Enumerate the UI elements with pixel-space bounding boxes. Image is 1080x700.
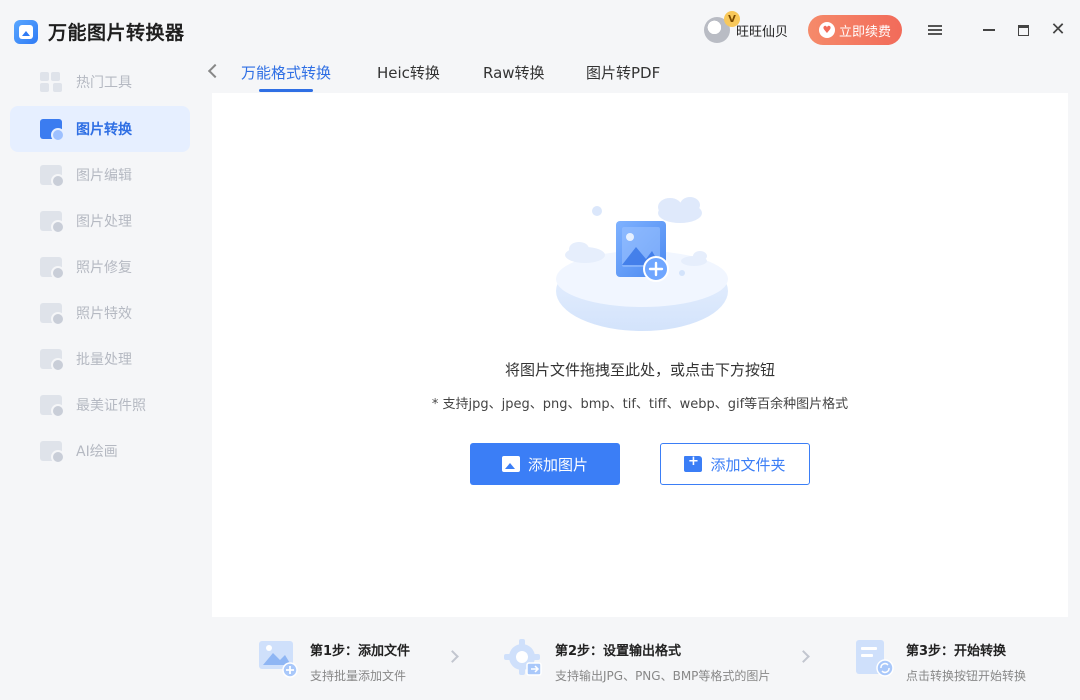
maximize-button[interactable]	[1011, 18, 1035, 42]
back-arrow-icon[interactable]	[207, 63, 223, 79]
photo-effects-icon	[40, 303, 65, 326]
image-convert-icon	[40, 119, 65, 142]
grid-icon	[40, 72, 62, 92]
minimize-button[interactable]	[977, 18, 1001, 42]
app-logo-icon	[14, 19, 38, 44]
sidebar-item-label: AI绘画	[76, 444, 118, 460]
step-title: 第3步：开始转换	[906, 644, 1007, 659]
add-image-label: 添加图片	[527, 455, 588, 474]
sidebar-item-label: 最美证件照	[76, 398, 146, 414]
image-process-icon	[40, 211, 65, 234]
sidebar-item-label: 热门工具	[76, 75, 132, 91]
renew-label: 立即续费	[838, 24, 891, 40]
sidebar-item-image-edit[interactable]: 图片编辑	[10, 152, 190, 198]
step-2: 第2步：设置输出格式 支持输出JPG、PNG、BMP等格式的图片	[503, 638, 770, 684]
sidebar-item-label: 图片编辑	[76, 168, 132, 184]
tab-universal-format[interactable]: 万能格式转换	[241, 62, 331, 94]
id-photo-icon	[40, 395, 65, 418]
add-folder-button[interactable]: 添加文件夹	[660, 443, 810, 485]
vip-badge: V	[724, 11, 740, 27]
chevron-right-icon	[797, 650, 810, 663]
tab-heic[interactable]: Heic转换	[377, 62, 440, 94]
step-3: 第3步：开始转换 点击转换按钮开始转换	[854, 638, 1026, 684]
batch-process-icon	[40, 349, 65, 372]
photo-repair-icon	[40, 257, 65, 280]
chevron-right-icon	[446, 650, 459, 663]
step-desc: 支持批量添加文件	[310, 669, 407, 683]
upload-illustration-icon	[556, 197, 728, 331]
sidebar-item-image-process[interactable]: 图片处理	[10, 198, 190, 244]
sidebar-item-label: 照片修复	[76, 260, 132, 276]
sidebar-item-photo-repair[interactable]: 照片修复	[10, 244, 190, 290]
app-logo: 万能图片转换器	[14, 18, 185, 45]
menu-button[interactable]	[923, 18, 947, 42]
drop-hint: 将图片文件拖拽至此处，或点击下方按钮	[504, 361, 775, 379]
sidebar-item-label: 图片转换	[76, 122, 132, 138]
add-folder-icon	[684, 454, 703, 472]
sidebar-item-hot-tools[interactable]: 热门工具	[10, 60, 190, 104]
tab-label: 万能格式转换	[241, 64, 332, 82]
step-1: 第1步：添加文件 支持批量添加文件	[258, 638, 410, 684]
sidebar-item-batch-process[interactable]: 批量处理	[10, 336, 190, 382]
tab-label: Heic转换	[377, 64, 440, 82]
user-name: 旺旺仙贝	[736, 24, 789, 40]
step-desc: 点击转换按钮开始转换	[906, 669, 1027, 683]
sidebar-item-label: 图片处理	[76, 214, 132, 230]
sidebar: 万能图片转换器 热门工具 图片转换 图片编辑 图片处理 照片修复 照片特效 批量…	[0, 0, 200, 700]
sidebar-item-ai-painting[interactable]: AI绘画	[10, 428, 190, 474]
hamburger-icon	[928, 23, 942, 37]
renew-button[interactable]: ♥ 立即续费	[808, 15, 902, 45]
step-desc: 支持输出JPG、PNG、BMP等格式的图片	[555, 669, 771, 683]
close-button[interactable]: ✕	[1046, 18, 1070, 42]
sidebar-item-label: 批量处理	[76, 352, 132, 368]
minimize-icon	[983, 29, 995, 31]
drop-zone[interactable]: 将图片文件拖拽至此处，或点击下方按钮 * 支持jpg、jpeg、png、bmp、…	[212, 93, 1068, 617]
heart-icon: ♥	[818, 22, 835, 38]
tab-image-to-pdf[interactable]: 图片转PDF	[586, 62, 660, 94]
sidebar-nav: 热门工具 图片转换 图片编辑 图片处理 照片修复 照片特效 批量处理 最美证件照…	[10, 60, 190, 474]
add-file-step-icon	[259, 641, 298, 678]
tab-label: Raw转换	[483, 64, 545, 82]
add-image-icon	[501, 456, 520, 472]
add-image-button[interactable]: 添加图片	[470, 443, 620, 485]
image-edit-icon	[40, 165, 65, 188]
sidebar-item-photo-effects[interactable]: 照片特效	[10, 290, 190, 336]
tab-label: 图片转PDF	[586, 64, 661, 82]
settings-step-icon	[504, 639, 542, 676]
step-title: 第1步：添加文件	[310, 644, 411, 659]
tab-raw[interactable]: Raw转换	[483, 62, 545, 94]
app-title: 万能图片转换器	[48, 22, 185, 44]
maximize-icon	[1017, 24, 1029, 36]
start-convert-step-icon	[856, 640, 894, 677]
sidebar-item-image-convert[interactable]: 图片转换	[10, 106, 190, 152]
sidebar-item-label: 照片特效	[76, 306, 132, 322]
user-profile[interactable]: V 旺旺仙贝	[704, 11, 789, 48]
ai-painting-icon	[40, 441, 65, 464]
add-folder-label: 添加文件夹	[710, 455, 786, 474]
tab-bar: 万能格式转换 Heic转换 Raw转换 图片转PDF	[200, 54, 1080, 94]
avatar: V	[704, 11, 740, 43]
sidebar-item-id-photo[interactable]: 最美证件照	[10, 382, 190, 428]
steps-bar: 第1步：添加文件 支持批量添加文件 第2步：设置输出格式 支持输出JPG、PNG…	[212, 618, 1068, 700]
supported-formats-hint: * 支持jpg、jpeg、png、bmp、tif、tiff、webp、gif等百…	[431, 397, 849, 412]
close-icon: ✕	[1050, 19, 1066, 40]
step-title: 第2步：设置输出格式	[555, 644, 682, 659]
